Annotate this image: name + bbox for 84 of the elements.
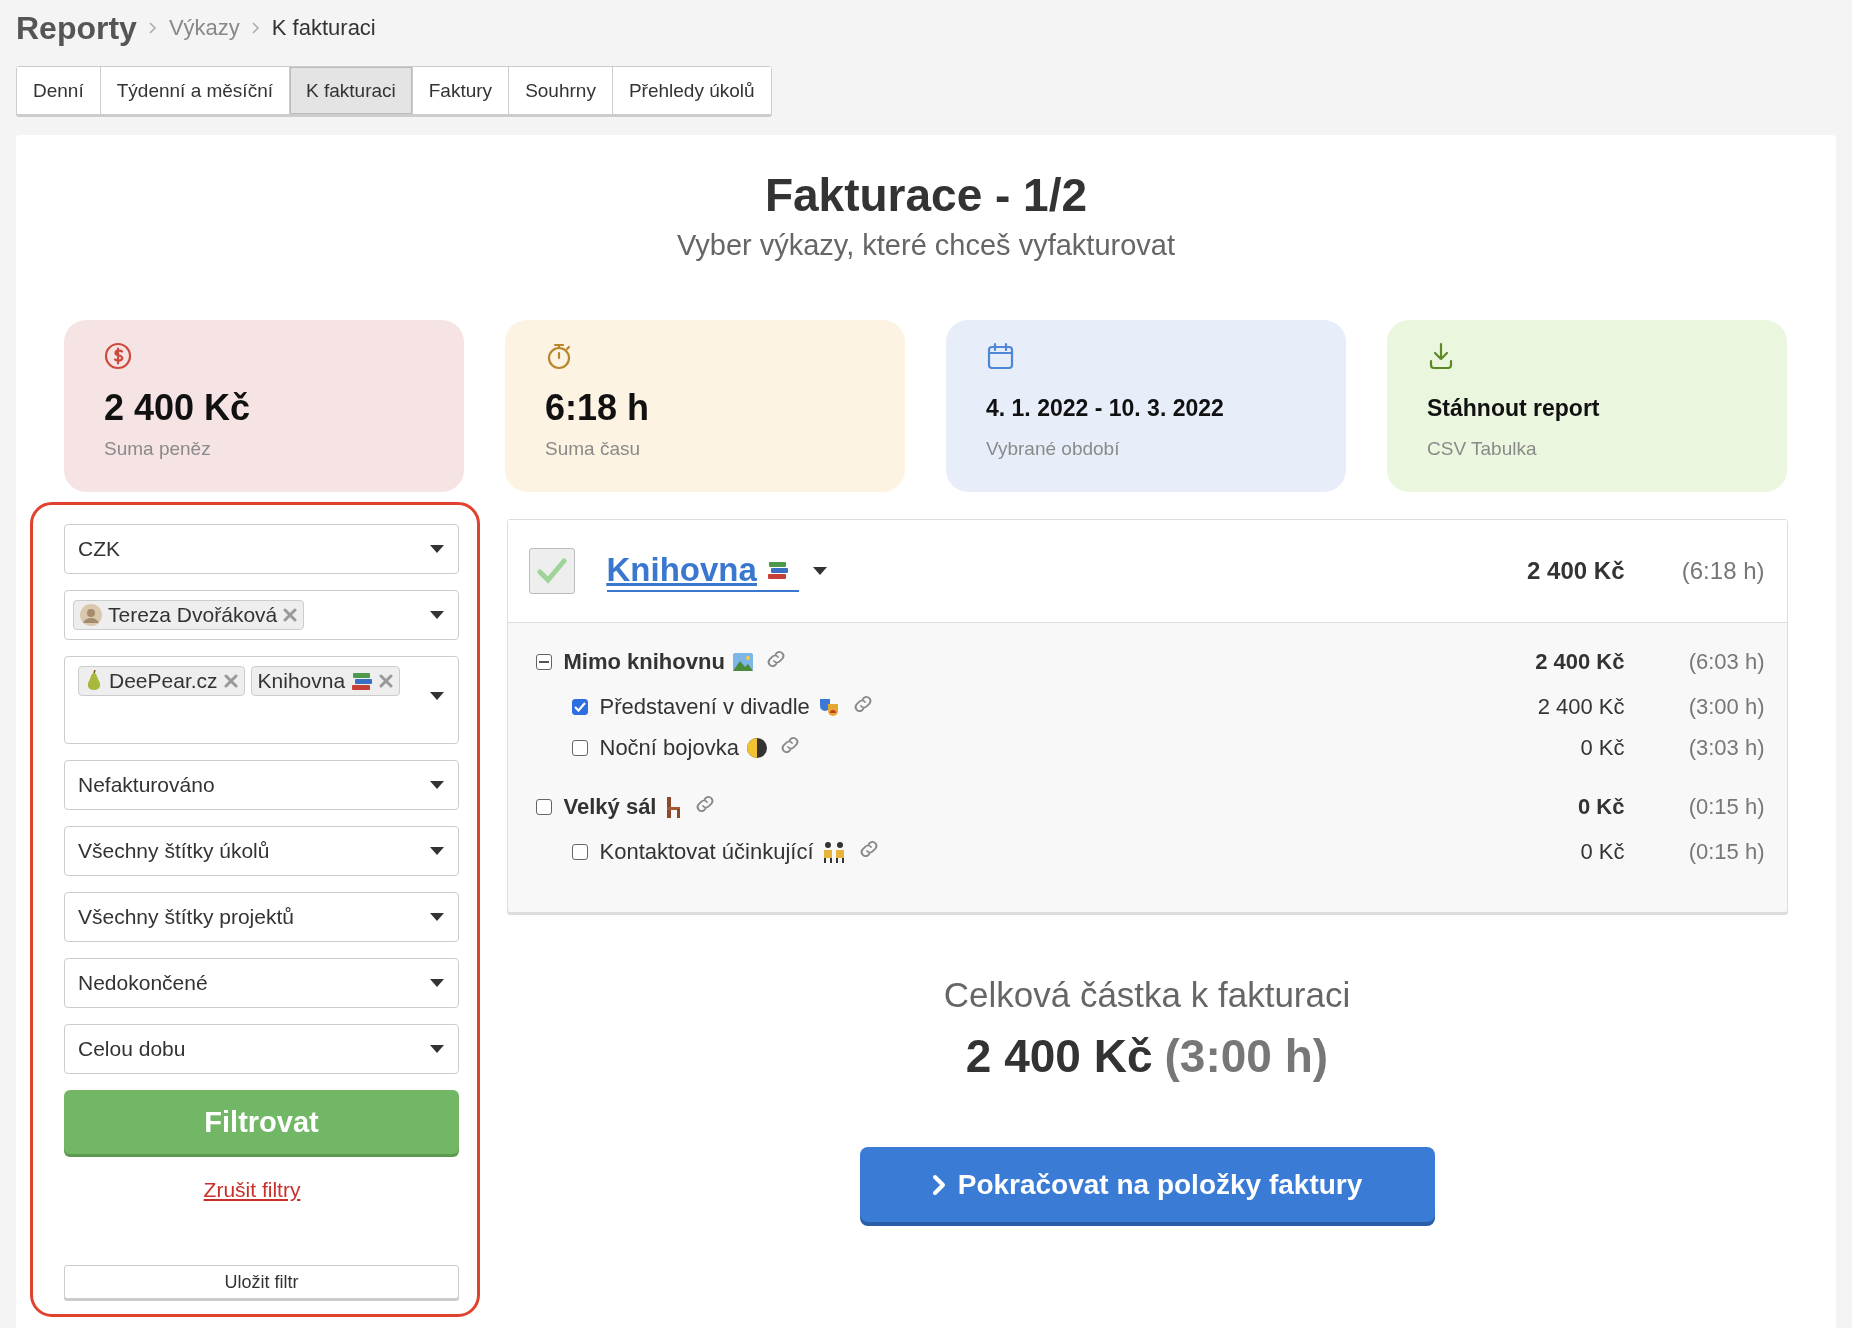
remove-icon[interactable] [379,674,394,688]
tab[interactable]: Denní [17,67,101,114]
task-name: Představení v divadle [599,693,810,720]
project-checkbox[interactable] [528,548,575,594]
books-icon [351,671,374,691]
total-amount: 2 400 Kč [965,1029,1153,1083]
select-field[interactable]: Nefakturováno [64,760,459,810]
caret-icon [430,847,444,855]
amount: 0 Kč [1580,734,1625,761]
duration: (3:00 h) [1687,693,1766,720]
stat-value: 4. 1. 2022 - 10. 3. 2022 [986,394,1224,422]
chevron-right-icon [251,22,260,34]
page-title: Reporty [16,9,137,47]
pear-icon [85,670,103,692]
amount: 2 400 Kč [1537,693,1625,720]
group-name: Velký sál [563,793,657,820]
chair-icon [664,795,683,818]
checkbox[interactable] [535,653,552,670]
tag-label: DeePear.cz [109,669,218,693]
amount: 0 Kč [1578,793,1625,820]
checkbox[interactable] [571,698,588,715]
caret-icon [430,1045,444,1053]
stat-value: 2 400 Kč [104,387,251,429]
remove-icon[interactable] [223,674,238,688]
select-field[interactable]: Všechny štítky projektů [64,892,459,942]
heading-title: Fakturace - 1/2 [764,168,1088,223]
select-field[interactable]: Nedokončené [64,958,459,1008]
caret-icon [430,611,444,619]
task-name: Kontaktovat účinkující [599,838,814,865]
breadcrumb-current: K fakturaci [271,15,376,41]
duration: (3:03 h) [1687,734,1766,761]
chevron-right-icon [148,22,157,34]
stat-label: Suma peněz [104,438,211,459]
stat-label: Vybrané období [986,438,1120,459]
caret-icon [430,781,444,789]
amount: 0 Kč [1580,838,1625,865]
task-name: Noční bojovka [599,734,739,761]
caret-icon [430,913,444,921]
select-field[interactable]: CZK [64,524,459,574]
stat-label: Suma času [545,438,641,459]
select-field[interactable]: Celou dobu [64,1024,459,1074]
duration: (6:03 h) [1687,648,1766,675]
dollar-icon [104,342,132,370]
stat-value: Stáhnout report [1427,394,1600,422]
download-card[interactable]: Stáhnout report CSV Tabulka [1387,320,1787,492]
caret-icon [812,567,827,575]
group-name: Mimo knihovnu [563,648,725,675]
checkbox[interactable] [535,798,552,815]
landscape-icon [732,652,753,671]
download-icon [1427,342,1455,370]
stat-value: 6:18 h [545,387,650,429]
caret-icon [430,692,444,700]
stat-label: CSV Tabulka [1427,438,1537,459]
duration: (6:18 h) [1680,557,1765,585]
tag-label: Tereza Dvořáková [108,603,278,627]
total-duration: (3:00 h) [1164,1029,1329,1083]
project-link[interactable]: Knihovna [606,550,799,592]
books-icon [766,560,789,580]
tab[interactable]: K fakturaci [290,67,413,114]
half-moon-icon [746,737,767,758]
caret-icon [430,545,444,553]
select-field[interactable]: Všechny štítky úkolů [64,826,459,876]
duration: (0:15 h) [1687,838,1766,865]
checkbox[interactable] [571,843,588,860]
checkmark-icon [536,558,567,584]
caret-icon [430,979,444,987]
two-figures-icon [821,840,846,863]
save-filter-button[interactable]: Uložit filtr [64,1265,459,1299]
duration: (0:15 h) [1687,793,1766,820]
total-label: Celková částka k fakturaci [943,975,1351,1015]
checkbox[interactable] [571,739,588,756]
calendar-icon [986,342,1014,370]
stopwatch-icon [545,342,573,370]
avatar-icon [80,604,102,626]
chevron-right-icon [931,1173,946,1196]
multi-select-field[interactable]: Tereza Dvořáková [64,590,459,640]
remove-icon[interactable] [283,608,298,622]
minus-icon [538,660,549,663]
clear-filters-link[interactable]: Zrušit filtry [203,1178,301,1202]
amount: 2 400 Kč [1526,557,1625,585]
heading-subtitle: Vyber výkazy, které chceš vyfakturovat [677,229,1175,262]
tag-label: Knihovna [257,669,346,693]
amount: 2 400 Kč [1535,648,1625,675]
multi-select-field[interactable]: DeePear.cz Knihovna [64,656,459,744]
